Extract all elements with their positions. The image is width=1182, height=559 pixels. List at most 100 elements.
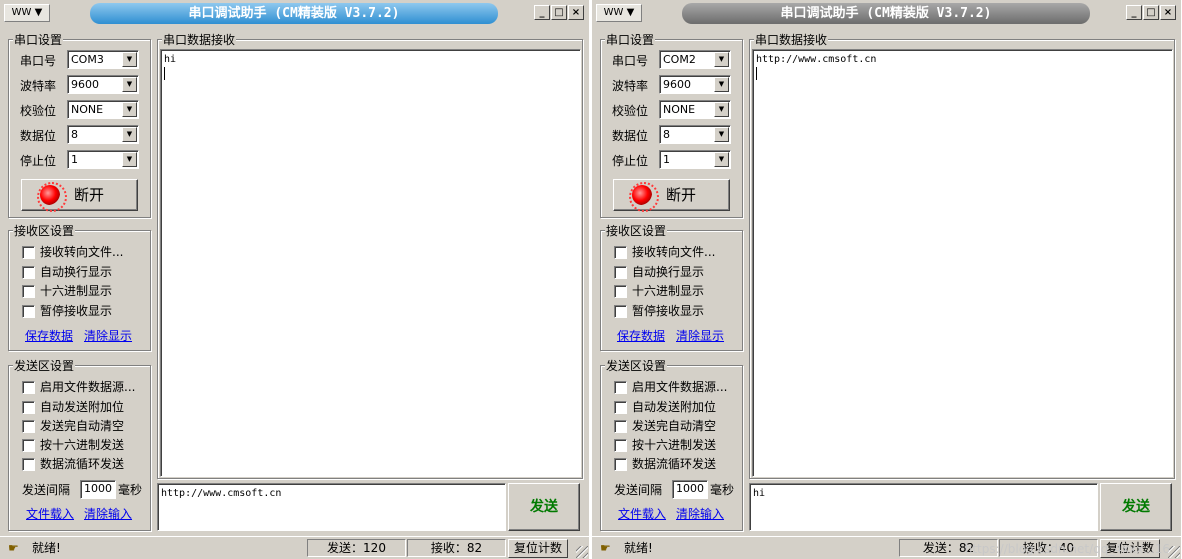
send-interval-input[interactable]: 1000 — [672, 480, 708, 499]
reset-count-button[interactable]: 复位计数 — [508, 539, 568, 558]
open-close-port-button[interactable]: 断开 — [613, 179, 730, 212]
system-menu-button[interactable]: WW ▼ — [596, 4, 642, 22]
send-interval-input[interactable]: 1000 — [80, 480, 116, 499]
port-settings-title: 串口设置 — [605, 33, 656, 47]
send-button[interactable]: 发送 — [1100, 483, 1172, 531]
file-source-checkbox[interactable] — [22, 381, 35, 394]
baud-label: 波特率 — [20, 79, 57, 93]
receive-to-file-checkbox[interactable] — [22, 246, 35, 259]
received-count: 接收：82 — [407, 539, 506, 557]
baud-select[interactable]: 9600 ▼ — [67, 75, 139, 94]
send-textarea[interactable]: http://www.cmsoft.cn — [157, 483, 506, 531]
chevron-down-icon[interactable]: ▼ — [714, 127, 729, 142]
receive-text: hi — [164, 54, 177, 65]
stopbits-value: 1 — [663, 153, 670, 166]
loop-send-checkbox[interactable] — [22, 458, 35, 471]
text-cursor — [756, 67, 757, 80]
open-close-port-button[interactable]: 断开 — [21, 179, 138, 212]
receive-to-file-checkbox[interactable] — [614, 246, 627, 259]
stopbits-label: 停止位 — [20, 154, 57, 168]
save-data-link[interactable]: 保存数据 — [617, 329, 665, 343]
chevron-down-icon[interactable]: ▼ — [122, 152, 137, 167]
auto-wrap-label: 自动换行显示 — [40, 265, 113, 279]
auto-clear-label: 发送完自动清空 — [632, 419, 717, 433]
parity-select[interactable]: NONE ▼ — [659, 100, 731, 119]
port-label: 串口号 — [20, 54, 57, 68]
receive-text: http://www.cmsoft.cn — [756, 54, 877, 65]
chevron-down-icon[interactable]: ▼ — [714, 77, 729, 92]
send-textarea[interactable]: hi — [749, 483, 1098, 531]
pause-receive-label: 暂停接收显示 — [632, 304, 705, 318]
stopbits-select[interactable]: 1 ▼ — [67, 150, 139, 169]
clear-display-link[interactable]: 清除显示 — [84, 329, 132, 343]
auto-wrap-checkbox[interactable] — [614, 266, 627, 279]
system-menu-button[interactable]: WW ▼ — [4, 4, 50, 22]
hex-display-checkbox[interactable] — [614, 285, 627, 298]
serial-assistant-window-2: WW ▼ 串口调试助手 (CM精装版 V3.7.2) _ □ × 串口设置 串口… — [592, 0, 1181, 559]
auto-clear-checkbox[interactable] — [614, 420, 627, 433]
status-bar: ☛ 就绪! 发送：120 接收：82 复位计数 — [0, 536, 589, 559]
parity-select[interactable]: NONE ▼ — [67, 100, 139, 119]
auto-append-label: 自动发送附加位 — [632, 400, 717, 414]
parity-label: 校验位 — [612, 104, 649, 118]
port-value: COM2 — [663, 53, 696, 66]
hex-send-label: 按十六进制发送 — [40, 438, 125, 452]
chevron-down-icon[interactable]: ▼ — [122, 102, 137, 117]
pause-receive-label: 暂停接收显示 — [40, 304, 113, 318]
auto-append-checkbox[interactable] — [614, 401, 627, 414]
file-source-checkbox[interactable] — [614, 381, 627, 394]
pause-receive-checkbox[interactable] — [22, 305, 35, 318]
port-label: 串口号 — [612, 54, 649, 68]
hex-send-checkbox[interactable] — [22, 439, 35, 452]
chevron-down-icon[interactable]: ▼ — [714, 52, 729, 67]
maximize-button[interactable]: □ — [1143, 5, 1159, 20]
resize-grip-icon[interactable] — [576, 546, 588, 558]
loop-send-label: 数据流循环发送 — [40, 457, 125, 471]
chevron-down-icon[interactable]: ▼ — [122, 77, 137, 92]
chevron-down-icon[interactable]: ▼ — [122, 127, 137, 142]
chevron-down-icon[interactable]: ▼ — [714, 152, 729, 167]
auto-clear-checkbox[interactable] — [22, 420, 35, 433]
send-settings-title: 发送区设置 — [605, 359, 668, 373]
chevron-down-icon[interactable]: ▼ — [714, 102, 729, 117]
send-text: http://www.cmsoft.cn — [161, 488, 282, 499]
send-button[interactable]: 发送 — [508, 483, 580, 531]
loop-send-label: 数据流循环发送 — [632, 457, 717, 471]
clear-input-link[interactable]: 清除输入 — [676, 507, 724, 521]
load-file-link[interactable]: 文件载入 — [618, 507, 666, 521]
open-close-port-label: 断开 — [666, 186, 697, 204]
databits-value: 8 — [663, 128, 670, 141]
databits-select[interactable]: 8 ▼ — [67, 125, 139, 144]
title-bar[interactable]: WW ▼ 串口调试助手 (CM精装版 V3.7.2) _ □ × — [592, 0, 1181, 26]
port-select[interactable]: COM3 ▼ — [67, 50, 139, 69]
close-button[interactable]: × — [1160, 5, 1176, 20]
chevron-down-icon[interactable]: ▼ — [122, 52, 137, 67]
minimize-button[interactable]: _ — [1126, 5, 1142, 20]
pointer-hand-icon: ☛ — [8, 541, 19, 555]
open-close-port-label: 断开 — [74, 186, 105, 204]
hex-display-label: 十六进制显示 — [40, 284, 113, 298]
receive-textarea[interactable]: hi — [160, 49, 581, 477]
auto-wrap-checkbox[interactable] — [22, 266, 35, 279]
minimize-button[interactable]: _ — [534, 5, 550, 20]
clear-display-link[interactable]: 清除显示 — [676, 329, 724, 343]
hex-send-checkbox[interactable] — [614, 439, 627, 452]
receive-to-file-label: 接收转向文件... — [40, 245, 124, 259]
auto-append-checkbox[interactable] — [22, 401, 35, 414]
port-value: COM3 — [71, 53, 104, 66]
clear-input-link[interactable]: 清除输入 — [84, 507, 132, 521]
hex-display-checkbox[interactable] — [22, 285, 35, 298]
load-file-link[interactable]: 文件载入 — [26, 507, 74, 521]
stopbits-select[interactable]: 1 ▼ — [659, 150, 731, 169]
close-button[interactable]: × — [568, 5, 584, 20]
baud-select[interactable]: 9600 ▼ — [659, 75, 731, 94]
loop-send-checkbox[interactable] — [614, 458, 627, 471]
receive-textarea[interactable]: http://www.cmsoft.cn — [752, 49, 1173, 477]
title-bar[interactable]: WW ▼ 串口调试助手 (CM精装版 V3.7.2) _ □ × — [0, 0, 589, 26]
maximize-button[interactable]: □ — [551, 5, 567, 20]
receive-settings-title: 接收区设置 — [13, 224, 76, 238]
save-data-link[interactable]: 保存数据 — [25, 329, 73, 343]
databits-select[interactable]: 8 ▼ — [659, 125, 731, 144]
port-select[interactable]: COM2 ▼ — [659, 50, 731, 69]
pause-receive-checkbox[interactable] — [614, 305, 627, 318]
